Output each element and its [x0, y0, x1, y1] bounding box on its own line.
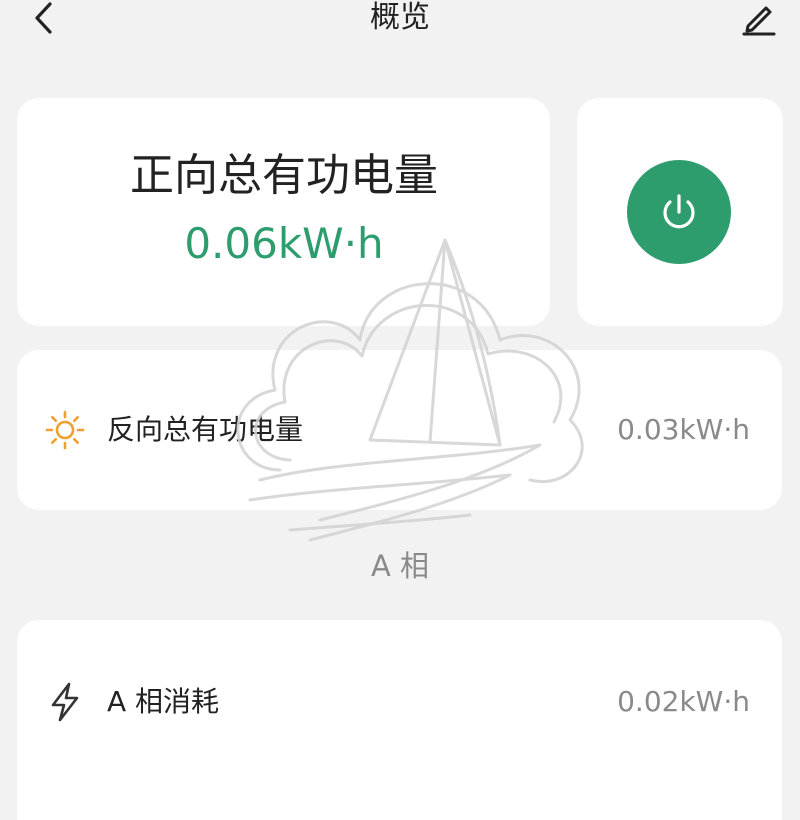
reverse-energy-row[interactable]: 反向总有功电量 0.03kW·h [17, 350, 782, 510]
page-title: 概览 [370, 0, 430, 35]
power-icon [663, 194, 695, 229]
phase-a-consumption-label: A 相消耗 [107, 685, 220, 718]
power-button[interactable] [627, 160, 731, 264]
power-card [577, 98, 783, 326]
phase-a-section-label: A 相 [370, 549, 430, 583]
edit-button[interactable] [738, 0, 778, 36]
reverse-energy-value: 0.03kW·h [617, 413, 750, 446]
phase-a-consumption-value: 0.02kW·h [617, 685, 750, 718]
reverse-energy-label: 反向总有功电量 [107, 413, 304, 446]
phase-a-consumption-row[interactable]: A 相消耗 0.02kW·h [17, 620, 782, 820]
pencil-icon [742, 6, 776, 36]
forward-energy-value: 0.06kW·h [184, 219, 384, 268]
top-bar: 概览 [0, 0, 800, 40]
forward-energy-label: 正向总有功电量 [130, 150, 438, 201]
forward-energy-card [17, 98, 550, 326]
lightning-icon [45, 682, 85, 722]
sun-icon [45, 410, 85, 450]
